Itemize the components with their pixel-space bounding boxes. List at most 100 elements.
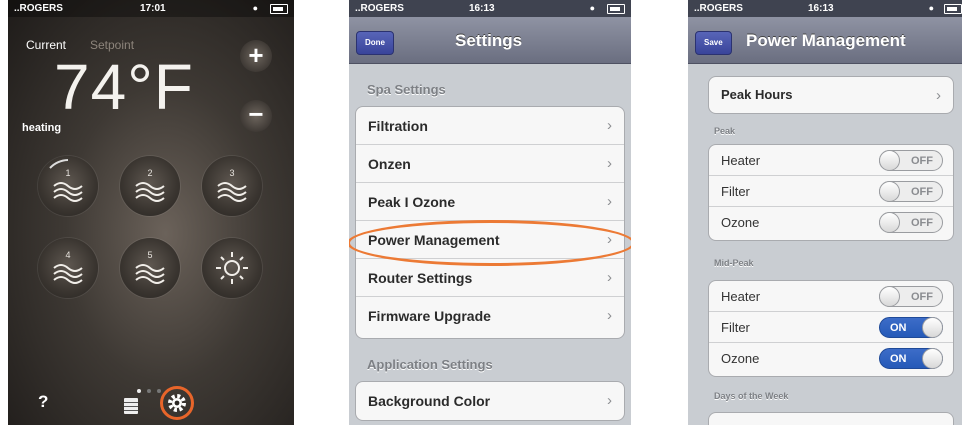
- lock-icon: ●: [252, 3, 258, 13]
- navigation-bar: Done Settings: [349, 17, 631, 64]
- settings-screen: ..ROGERS 16:13 ● Done Settings Spa Setti…: [349, 0, 631, 425]
- jet-button-2[interactable]: 2: [120, 156, 180, 216]
- days-group: [708, 412, 954, 425]
- section-header-spa: Spa Settings: [367, 82, 446, 97]
- jet-button-5[interactable]: 5: [120, 238, 180, 298]
- lock-icon: ●: [928, 3, 934, 13]
- manual-icon[interactable]: [124, 398, 138, 414]
- section-header-mid-peak: Mid-Peak: [714, 258, 754, 268]
- spa-home-screen: ..ROGERS 17:01 ● Current Setpoint 74°F h…: [8, 0, 294, 425]
- jet-icon: [49, 159, 83, 202]
- toggle-state: OFF: [911, 291, 933, 303]
- chevron-right-icon: ›: [607, 117, 612, 134]
- toggle-state: ON: [890, 353, 907, 365]
- midpeak-ozone-toggle[interactable]: ON: [879, 348, 943, 369]
- menu-item-filtration[interactable]: Filtration ›: [356, 107, 624, 145]
- toggle-state: OFF: [911, 186, 933, 198]
- battery-icon: [607, 4, 625, 14]
- page-indicator: [134, 380, 164, 398]
- midpeak-heater-row: Heater OFF: [709, 281, 953, 312]
- application-settings-group: Background Color ›: [355, 381, 625, 421]
- chevron-right-icon: ›: [607, 193, 612, 210]
- midpeak-ozone-row: Ozone ON: [709, 343, 953, 374]
- heating-status: heating: [22, 122, 62, 134]
- menu-item-onzen[interactable]: Onzen ›: [356, 145, 624, 183]
- menu-item-firmware-upgrade[interactable]: Firmware Upgrade ›: [356, 297, 624, 335]
- peak-group: Heater OFF Filter OFF Ozone OFF: [708, 144, 954, 241]
- peak-hours-group: Peak Hours ›: [708, 76, 954, 114]
- peak-ozone-toggle[interactable]: OFF: [879, 212, 943, 233]
- menu-item-label: Firmware Upgrade: [368, 308, 491, 324]
- chevron-right-icon: ›: [607, 155, 612, 172]
- midpeak-filter-toggle[interactable]: ON: [879, 317, 943, 338]
- row-label: Heater: [721, 289, 761, 304]
- peak-heater-row: Heater OFF: [709, 145, 953, 176]
- lock-icon: ●: [589, 3, 595, 13]
- page-title: Power Management: [746, 31, 906, 50]
- toggle-state: OFF: [911, 155, 933, 167]
- midpeak-filter-row: Filter ON: [709, 312, 953, 343]
- menu-item-peak-hours[interactable]: Peak Hours ›: [709, 77, 953, 113]
- jet-number: 1: [65, 168, 71, 178]
- save-button[interactable]: Save: [695, 31, 732, 55]
- peak-filter-toggle[interactable]: OFF: [879, 181, 943, 202]
- power-management-highlight-ring: [349, 220, 631, 266]
- midpeak-heater-toggle[interactable]: OFF: [879, 286, 943, 307]
- chevron-right-icon: ›: [936, 87, 941, 104]
- jet-button-4[interactable]: 4: [38, 238, 98, 298]
- increase-temp-button[interactable]: +: [240, 40, 272, 72]
- light-icon: [216, 252, 248, 284]
- navigation-bar: Save Power Management: [688, 17, 962, 64]
- done-button[interactable]: Done: [356, 31, 394, 55]
- chevron-right-icon: ›: [607, 307, 612, 324]
- jet-number: 2: [147, 168, 153, 178]
- status-bar: ..ROGERS 16:13 ●: [688, 0, 962, 17]
- menu-item-background-color[interactable]: Background Color ›: [356, 382, 624, 420]
- carrier-label: ..ROGERS: [14, 3, 63, 14]
- clock: 16:13: [808, 3, 834, 14]
- carrier-label: ..ROGERS: [694, 3, 743, 14]
- chevron-right-icon: ›: [607, 392, 612, 409]
- section-header-days: Days of the Week: [714, 391, 789, 401]
- jet-button-3[interactable]: 3: [202, 156, 262, 216]
- section-header-peak: Peak: [714, 126, 736, 136]
- power-management-screen: ..ROGERS 16:13 ● Save Power Management P…: [688, 0, 962, 425]
- status-bar: ..ROGERS 16:13 ●: [349, 0, 631, 17]
- chevron-right-icon: ›: [607, 269, 612, 286]
- row-label: Heater: [721, 153, 761, 168]
- toggle-state: ON: [890, 322, 907, 334]
- row-label: Filter: [721, 320, 750, 335]
- decrease-temp-button[interactable]: −: [240, 100, 272, 132]
- help-button[interactable]: ?: [38, 392, 48, 412]
- battery-icon: [944, 4, 962, 14]
- jet-button-1[interactable]: 1: [38, 156, 98, 216]
- menu-item-peak-ozone[interactable]: Peak I Ozone ›: [356, 183, 624, 221]
- peak-filter-row: Filter OFF: [709, 176, 953, 207]
- row-label: Filter: [721, 184, 750, 199]
- mid-peak-group: Heater OFF Filter ON Ozone ON: [708, 280, 954, 377]
- jet-icon: [135, 182, 165, 202]
- temperature-display: 74°F: [54, 51, 194, 123]
- menu-item-label: Peak Hours: [721, 87, 793, 102]
- jet-icon: [217, 182, 247, 202]
- light-button[interactable]: [202, 238, 262, 298]
- status-bar: ..ROGERS 17:01 ●: [8, 0, 294, 17]
- carrier-label: ..ROGERS: [355, 3, 404, 14]
- settings-highlight-circle: [160, 386, 194, 420]
- page-title: Settings: [455, 31, 523, 50]
- jet-number: 4: [65, 250, 71, 260]
- menu-item-label: Peak I Ozone: [368, 194, 456, 210]
- gear-icon[interactable]: [163, 389, 191, 417]
- clock: 16:13: [469, 3, 495, 14]
- peak-heater-toggle[interactable]: OFF: [879, 150, 943, 171]
- jet-number: 3: [229, 168, 235, 178]
- jet-number: 5: [147, 250, 153, 260]
- peak-ozone-row: Ozone OFF: [709, 207, 953, 238]
- menu-item-label: Router Settings: [368, 270, 473, 286]
- row-label: Ozone: [721, 351, 760, 366]
- toggle-state: OFF: [911, 217, 933, 229]
- clock: 17:01: [140, 3, 166, 14]
- jet-icon: [135, 264, 165, 284]
- menu-item-label: Filtration: [368, 118, 428, 134]
- menu-item-label: Onzen: [368, 156, 411, 172]
